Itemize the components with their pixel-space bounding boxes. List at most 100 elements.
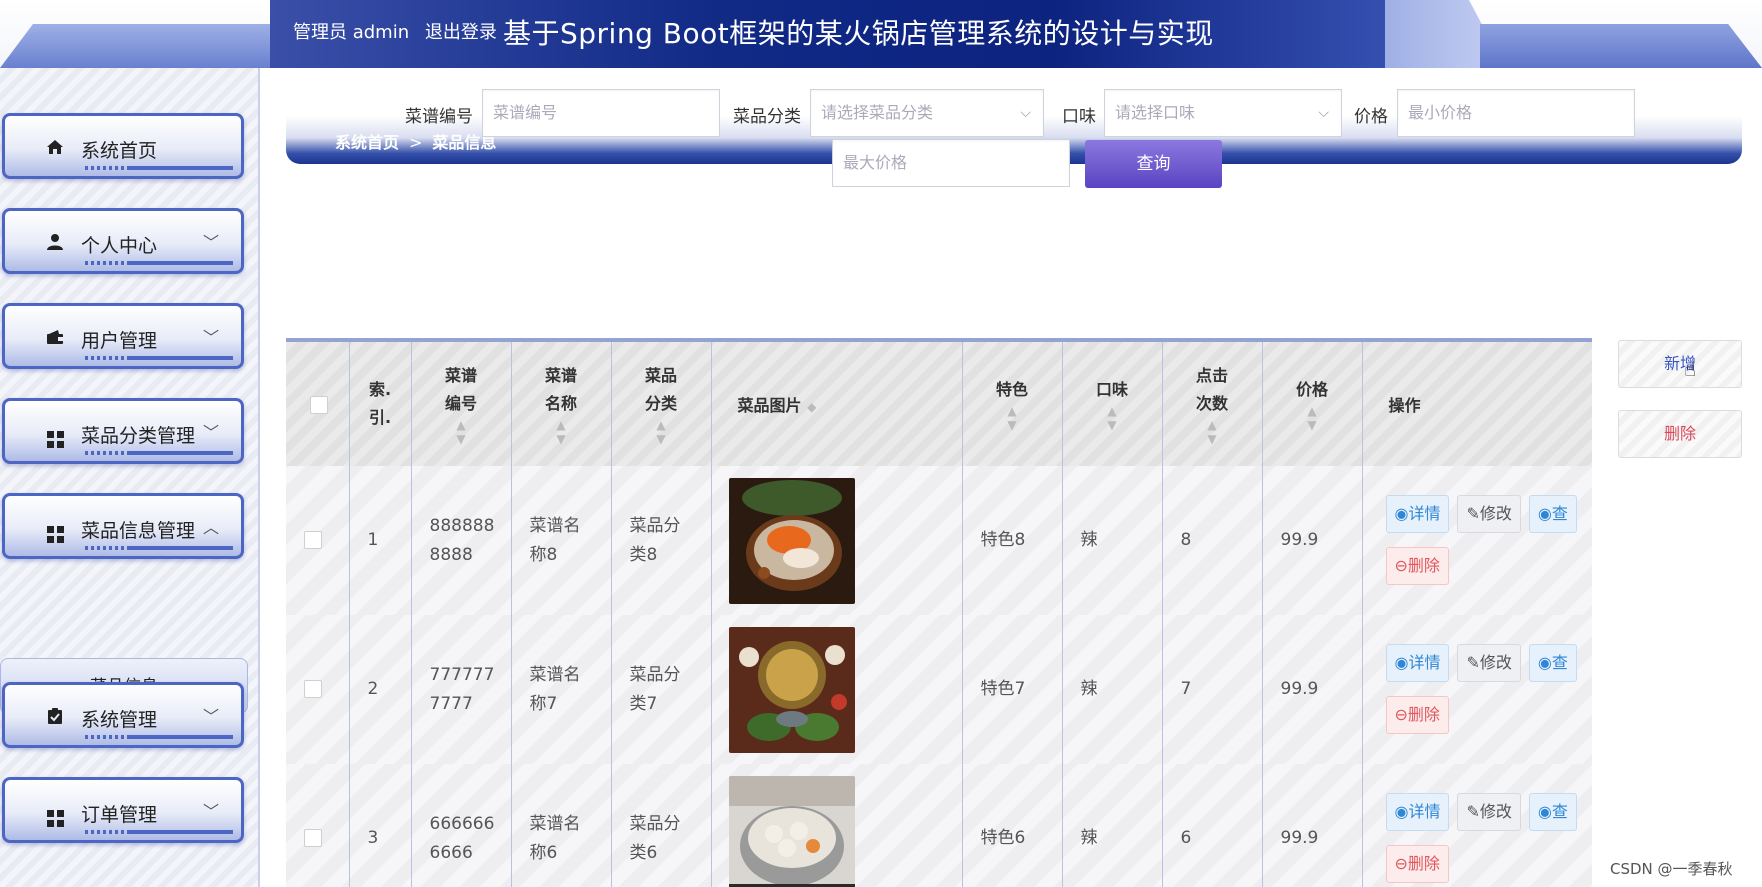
price-label: 价格 <box>1354 107 1388 127</box>
taste-placeholder: 请选择口味 <box>1115 103 1196 122</box>
cell-image <box>711 764 963 887</box>
home-icon <box>45 138 65 158</box>
sidebar-item-user-management[interactable]: 用户管理 ﹀ <box>2 303 244 369</box>
edit-button-label: 修改 <box>1479 503 1512 523</box>
query-button[interactable]: 查询 <box>1085 140 1222 188</box>
logout-link[interactable]: 退出登录 <box>425 22 497 43</box>
sort-icon[interactable]: ◆ <box>807 400 816 414</box>
cell-index: 1 <box>349 466 412 615</box>
header-category-line1: 菜品 <box>644 366 677 385</box>
sidebar-item-dish-info-management[interactable]: 菜品信息管理 ︿ <box>2 493 244 559</box>
dish-code-input[interactable]: 菜谱编号 <box>482 89 720 137</box>
batch-delete-button[interactable]: 删除 <box>1618 410 1742 458</box>
row-checkbox[interactable] <box>304 531 322 549</box>
header-feature-label: 特色 <box>995 380 1028 399</box>
view-button-label: 查 <box>1551 503 1568 523</box>
min-price-input[interactable]: 最小价格 <box>1397 89 1635 137</box>
header-clicks-line1: 点击 <box>1195 366 1228 385</box>
sort-icon[interactable]: ▲ ▼ <box>1307 404 1316 432</box>
sidebar-item-home[interactable]: 系统首页 <box>2 113 244 179</box>
row-checkbox[interactable] <box>304 680 322 698</box>
sort-icon[interactable]: ▲ ▼ <box>656 418 665 446</box>
sidebar-item-order-management[interactable]: 订单管理 ﹀ <box>2 777 244 843</box>
clipboard-icon <box>45 707 65 727</box>
cell-feature: 特色8 <box>962 466 1063 615</box>
user-icon <box>45 233 65 253</box>
dish-image[interactable] <box>728 626 855 753</box>
row-checkbox[interactable] <box>304 829 322 847</box>
header-clicks[interactable]: 点击 次数 ▲ ▼ <box>1162 342 1263 466</box>
app-title: 基于Spring Boot框架的某火锅店管理系统的设计与实现 <box>503 17 1214 50</box>
header-code-line1: 菜谱 <box>444 366 477 385</box>
dish-code-label: 菜谱编号 <box>405 107 473 127</box>
breadcrumb-home[interactable]: 系统首页 <box>335 133 399 152</box>
top-header: 管理员 admin 退出登录 基于Spring Boot框架的某火锅店管理系统的… <box>0 0 1762 68</box>
select-all-checkbox[interactable] <box>310 395 328 414</box>
sidebar-item-label: 系统首页 <box>81 140 158 162</box>
cell-category-line1: 菜品分 <box>629 813 681 834</box>
sidebar-item-personal-center[interactable]: 个人中心 ﹀ <box>2 208 244 274</box>
cell-code: 888888 8888 <box>411 466 512 615</box>
breadcrumb-separator: > <box>409 133 423 152</box>
edit-button[interactable]: ✎修改 <box>1457 494 1521 533</box>
header-taste[interactable]: 口味 ▲ ▼ <box>1062 342 1163 466</box>
sort-icon[interactable]: ▲ ▼ <box>556 418 565 446</box>
chevron-down-icon: ﹀ <box>202 707 219 726</box>
sort-icon[interactable]: ▲ ▼ <box>1107 404 1116 432</box>
dish-category-select[interactable]: 请选择菜品分类 ⌵ <box>810 89 1044 137</box>
header-name-line2: 名称 <box>544 394 577 413</box>
eye-icon: ◉ <box>1537 503 1552 523</box>
delete-button[interactable]: ⊖删除 <box>1385 546 1449 585</box>
edit-button[interactable]: ✎修改 <box>1457 643 1521 682</box>
cell-category-line2: 类6 <box>629 842 658 863</box>
header-category-line2: 分类 <box>644 394 677 413</box>
user-role-label: 管理员 admin <box>293 22 410 43</box>
sort-icon[interactable]: ▲ ▼ <box>1207 418 1216 446</box>
cell-code-line1: 888888 <box>429 515 495 536</box>
dish-image[interactable] <box>728 775 855 887</box>
delete-button-label: 删除 <box>1407 555 1440 575</box>
header-image[interactable]: 菜品图片 ◆ <box>711 342 963 466</box>
detail-button[interactable]: ◉详情 <box>1385 494 1450 533</box>
delete-button[interactable]: ⊖删除 <box>1385 844 1449 883</box>
header-taste-label: 口味 <box>1095 380 1128 399</box>
cell-code-line2: 6666 <box>429 842 473 863</box>
menu-underline <box>85 735 234 739</box>
cell-image <box>711 615 963 764</box>
header-price[interactable]: 价格 ▲ ▼ <box>1262 342 1363 466</box>
sort-icon[interactable]: ▲ ▼ <box>456 418 465 446</box>
delete-button-label: 删除 <box>1407 853 1440 873</box>
header-feature[interactable]: 特色 ▲ ▼ <box>962 342 1063 466</box>
view-button[interactable]: ◉查 <box>1528 494 1577 533</box>
add-button[interactable]: 新增 <box>1618 340 1742 388</box>
cell-price: 99.9 <box>1262 615 1363 764</box>
view-button[interactable]: ◉查 <box>1528 792 1577 831</box>
taste-select[interactable]: 请选择口味 ⌵ <box>1104 89 1342 137</box>
dish-image[interactable] <box>728 477 855 604</box>
table-row: 3 666666 6666 菜谱名 称6 菜品分 类6 特色6 辣 6 99.9… <box>286 764 1592 887</box>
cell-clicks: 7 <box>1162 615 1263 764</box>
cell-name: 菜谱名 称8 <box>511 466 612 615</box>
header-name[interactable]: 菜谱 名称 ▲ ▼ <box>511 342 612 466</box>
view-button[interactable]: ◉查 <box>1528 643 1577 682</box>
header-category[interactable]: 菜品分类 ▲ ▼ <box>611 342 712 466</box>
view-button-label: 查 <box>1551 801 1568 821</box>
sidebar-item-dish-category-management[interactable]: 菜品分类管理 ﹀ <box>2 398 244 464</box>
max-price-input[interactable]: 最大价格 <box>832 139 1070 187</box>
header-index: 索. 引. <box>349 342 412 466</box>
cell-index: 2 <box>349 615 412 764</box>
header-index-line2: 引. <box>368 408 392 427</box>
chevron-up-icon: ︿ <box>202 518 219 537</box>
cell-category: 菜品分类6 <box>611 764 712 887</box>
detail-button[interactable]: ◉详情 <box>1385 792 1450 831</box>
edit-icon: ✎ <box>1466 503 1480 523</box>
detail-button[interactable]: ◉详情 <box>1385 643 1450 682</box>
chevron-down-icon: ﹀ <box>202 423 219 442</box>
edit-button[interactable]: ✎修改 <box>1457 792 1521 831</box>
sort-icon[interactable]: ▲ ▼ <box>1007 404 1016 432</box>
delete-button[interactable]: ⊖删除 <box>1385 695 1449 734</box>
sidebar-item-system-management[interactable]: 系统管理 ﹀ <box>2 682 244 748</box>
eye-icon: ◉ <box>1537 652 1552 672</box>
edit-button-label: 修改 <box>1479 801 1512 821</box>
header-code[interactable]: 菜谱 编号 ▲ ▼ <box>411 342 512 466</box>
